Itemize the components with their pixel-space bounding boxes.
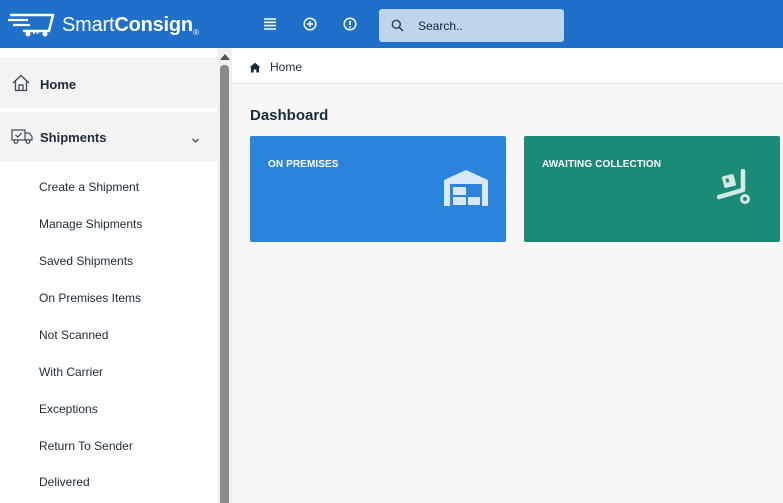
menu-icon[interactable] (263, 17, 277, 31)
search-icon (391, 19, 404, 37)
sidebar-item-create-shipment[interactable]: Create a Shipment (39, 180, 139, 194)
sidebar-item-delivered[interactable]: Delivered (39, 475, 90, 489)
scrollbar-thumb[interactable] (220, 65, 229, 503)
sidebar-item-return-to-sender[interactable]: Return To Sender (39, 439, 133, 453)
add-circle-icon[interactable] (303, 17, 317, 31)
delivery-truck-logo-icon (8, 13, 55, 37)
search-input[interactable]: Search.. (379, 9, 564, 42)
sidebar-item-saved-shipments[interactable]: Saved Shipments (39, 254, 133, 268)
app-logo[interactable]: SmartConsign® (8, 12, 199, 38)
breadcrumb-home-link[interactable]: Home (270, 60, 302, 74)
card-on-premises-label: ON PREMISES (268, 159, 339, 170)
sidebar-item-shipments-label: Shipments (40, 130, 107, 145)
sidebar-item-home[interactable]: Home (0, 58, 217, 108)
home-icon (11, 73, 31, 98)
app-name-bold: Consign (114, 13, 193, 36)
sidebar: Home Shipments Create a Shipment Manage … (0, 48, 232, 503)
sidebar-item-not-scanned[interactable]: Not Scanned (39, 328, 108, 342)
sidebar-item-home-label: Home (40, 77, 77, 92)
home-icon[interactable] (249, 60, 261, 78)
sidebar-item-with-carrier[interactable]: With Carrier (39, 365, 103, 379)
card-awaiting-collection-label: AWAITING COLLECTION (542, 159, 662, 170)
sidebar-scrollbar[interactable] (217, 48, 232, 503)
breadcrumb: Home (232, 48, 783, 84)
sidebar-item-shipments[interactable]: Shipments (0, 112, 217, 162)
card-on-premises[interactable]: ON PREMISES (250, 136, 506, 242)
scroll-up-arrow-icon[interactable] (220, 54, 230, 60)
app-name-regular: Smart (62, 13, 115, 36)
card-awaiting-collection[interactable]: AWAITING COLLECTION (524, 136, 780, 242)
alert-circle-icon[interactable] (343, 17, 357, 31)
sidebar-item-on-premises-items[interactable]: On Premises Items (39, 291, 141, 305)
sidebar-item-exceptions[interactable]: Exceptions (39, 402, 98, 416)
warehouse-icon (443, 169, 489, 212)
hand-truck-icon (716, 168, 753, 212)
shipment-truck-icon (11, 127, 33, 150)
app-name: SmartConsign® (62, 14, 199, 37)
top-bar: SmartConsign® Search.. (0, 0, 783, 48)
sidebar-item-manage-shipments[interactable]: Manage Shipments (39, 217, 142, 231)
page-title: Dashboard (250, 107, 329, 124)
search-placeholder: Search.. (418, 19, 463, 33)
app-name-mark: ® (192, 27, 199, 37)
chevron-down-icon[interactable] (191, 132, 200, 150)
main-content: Home Dashboard ON PREMISES AWAITING COLL… (232, 48, 783, 503)
